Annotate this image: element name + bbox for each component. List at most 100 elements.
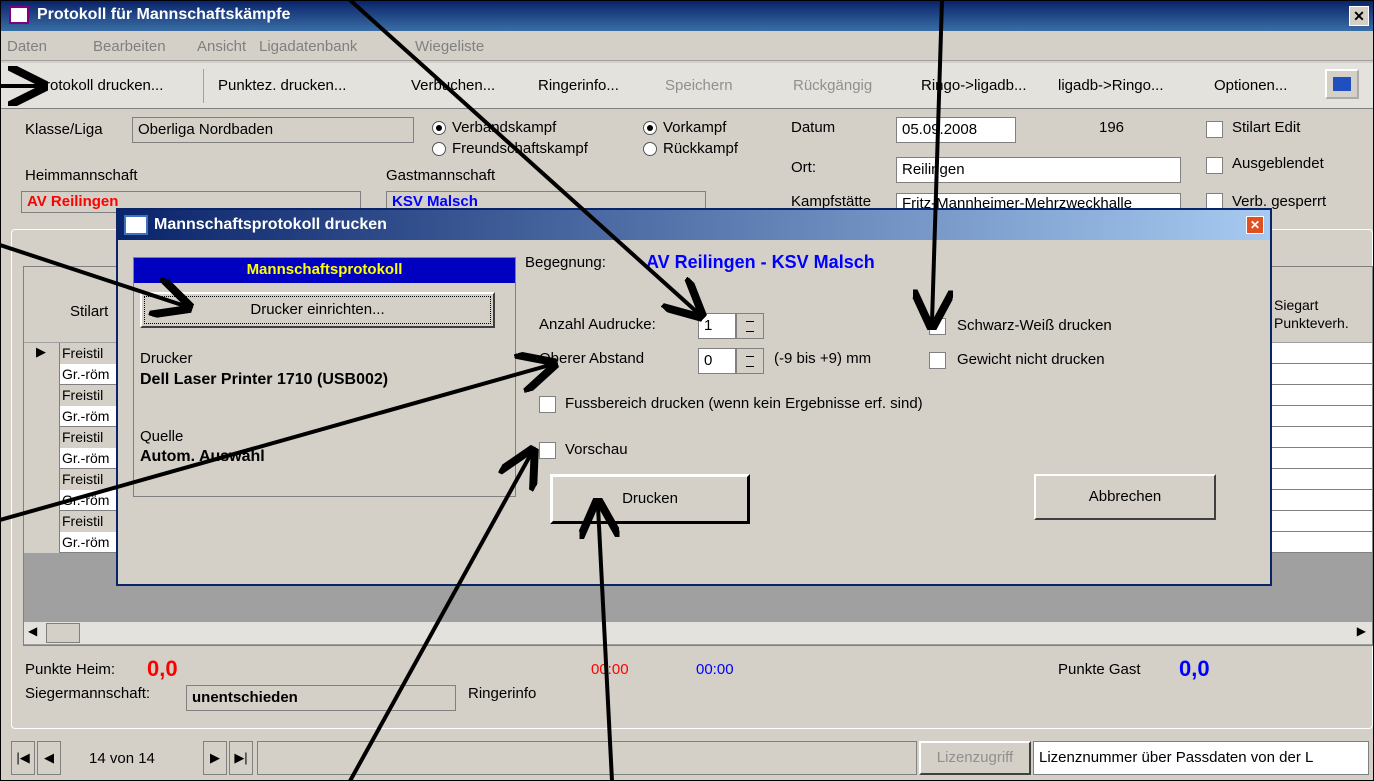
- printer-icon: [124, 215, 148, 235]
- menu-ansicht[interactable]: Ansicht: [197, 38, 246, 55]
- begegnung-label: Begegnung:: [525, 254, 606, 271]
- window-title: Protokoll für Mannschaftskämpfe: [37, 6, 291, 23]
- schwarz-weiss-label: Schwarz-Weiß drucken: [957, 317, 1112, 334]
- gastmannschaft-label: Gastmannschaft: [386, 167, 496, 184]
- datum-label: Datum: [791, 119, 836, 136]
- horizontal-scrollbar[interactable]: ◀ ▶: [24, 622, 1372, 644]
- anzahl-input[interactable]: 1: [698, 313, 736, 339]
- last-record-button[interactable]: ▶|: [229, 741, 253, 775]
- vorschau-checkbox[interactable]: [539, 442, 556, 459]
- ringo-to-ligadb-button[interactable]: Ringo->ligadb...: [921, 77, 1026, 94]
- col-punkteverh: Punkteverh.: [1274, 315, 1349, 331]
- stilart-edit-label: Stilart Edit: [1232, 119, 1301, 136]
- lizenz-text: Lizenznummer über Passdaten von der L: [1033, 741, 1369, 775]
- menu-ligadatenbank[interactable]: Ligadatenbank: [259, 38, 357, 55]
- ort-label: Ort:: [791, 159, 816, 176]
- punkte-heim-value: 0,0: [147, 656, 178, 681]
- scroll-left-icon[interactable]: ◀: [28, 624, 37, 638]
- printer-panel: Mannschaftsprotokoll Drucker einrichten.…: [133, 257, 516, 497]
- abstand-hint: (-9 bis +9) mm: [774, 350, 872, 367]
- punkte-gast-value: 0,0: [1179, 656, 1210, 681]
- drucker-label: Drucker: [140, 350, 193, 367]
- dialog-title: Mannschaftsprotokoll drucken: [154, 216, 387, 233]
- fussbereich-checkbox[interactable]: [539, 396, 556, 413]
- scroll-right-icon[interactable]: ▶: [1357, 624, 1366, 638]
- optionen-button[interactable]: Optionen...: [1214, 77, 1287, 94]
- menu-bearbeiten[interactable]: Bearbeiten: [93, 38, 166, 55]
- time-red: 00:00: [591, 661, 629, 678]
- col-stilart: Stilart: [70, 303, 109, 320]
- menu-bar: Daten Bearbeiten Ansicht Ligadatenbank W…: [1, 31, 1373, 61]
- next-record-button[interactable]: ▶: [203, 741, 227, 775]
- app-icon: [9, 6, 29, 24]
- scroll-thumb[interactable]: [46, 623, 80, 643]
- stilart-edit-checkbox[interactable]: [1206, 121, 1223, 138]
- quelle-value: Autom. Auswahl: [140, 448, 265, 465]
- drucker-value: Dell Laser Printer 1710 (USB002): [140, 371, 389, 388]
- record-counter: 14 von 14: [89, 750, 155, 767]
- time-blue: 00:00: [696, 661, 734, 678]
- heimmannschaft-label: Heimmannschaft: [25, 167, 138, 184]
- freundschaftskampf-radio[interactable]: [432, 142, 446, 156]
- print-dialog: Mannschaftsprotokoll drucken ✕ Mannschaf…: [116, 208, 1272, 586]
- rueckkampf-radio[interactable]: [643, 142, 657, 156]
- dropdown-icon[interactable]: [1325, 69, 1359, 99]
- gewicht-label: Gewicht nicht drucken: [957, 351, 1105, 368]
- protokoll-drucken-button[interactable]: Protokoll drucken...: [35, 77, 163, 94]
- ausgeblendet-label: Ausgeblendet: [1232, 155, 1324, 172]
- anzahl-spinner[interactable]: [736, 313, 764, 339]
- ligadb-to-ringo-button[interactable]: ligadb->Ringo...: [1058, 77, 1163, 94]
- col-siegart: Siegart: [1274, 297, 1319, 313]
- abstand-input[interactable]: 0: [698, 348, 736, 374]
- schwarz-weiss-checkbox[interactable]: [929, 318, 946, 335]
- prev-record-button[interactable]: ◀: [37, 741, 61, 775]
- speichern-button[interactable]: Speichern: [665, 77, 733, 94]
- vorkampf-radio[interactable]: [643, 121, 657, 135]
- ort-field[interactable]: Reilingen: [896, 157, 1181, 183]
- ringerinfo-label: Ringerinfo: [468, 685, 537, 702]
- verbandskampf-label: Verbandskampf: [452, 119, 557, 136]
- anzahl-label: Anzahl Audrucke:: [539, 316, 656, 333]
- panel-header: Mannschaftsprotokoll: [134, 258, 515, 283]
- dialog-close-icon[interactable]: ✕: [1246, 216, 1264, 234]
- vorkampf-label: Vorkampf: [663, 119, 727, 136]
- drucker-einrichten-button[interactable]: Drucker einrichten...: [140, 292, 495, 328]
- gewicht-checkbox[interactable]: [929, 352, 946, 369]
- toolbar-separator: [203, 69, 204, 103]
- navigator-bar: |◀ ◀ 14 von 14 ▶ ▶| Lizenzugriff Lizenzn…: [11, 741, 1371, 777]
- ringerinfo-button[interactable]: Ringerinfo...: [538, 77, 619, 94]
- begegnung-value: AV Reilingen - KSV Malsch: [646, 252, 875, 272]
- ausgeblendet-checkbox[interactable]: [1206, 157, 1223, 174]
- klasse-field[interactable]: Oberliga Nordbaden: [132, 117, 414, 143]
- punkte-gast-label: Punkte Gast: [1058, 661, 1141, 678]
- punkte-heim-label: Punkte Heim:: [25, 661, 116, 678]
- rueckgaengig-button[interactable]: Rückgängig: [793, 77, 872, 94]
- klasse-label: Klasse/Liga: [25, 121, 103, 138]
- drucken-button[interactable]: Drucken: [550, 474, 750, 524]
- dialog-title-bar: Mannschaftsprotokoll drucken ✕: [118, 210, 1270, 240]
- close-button[interactable]: ✕: [1349, 6, 1369, 26]
- abbrechen-button[interactable]: Abbrechen: [1034, 474, 1216, 520]
- punktez-drucken-button[interactable]: Punktez. drucken...: [218, 77, 346, 94]
- verbandskampf-radio[interactable]: [432, 121, 446, 135]
- toolbar: Protokoll drucken... Punktez. drucken...…: [1, 63, 1373, 109]
- title-bar: Protokoll für Mannschaftskämpfe ✕: [1, 1, 1373, 31]
- rueckkampf-label: Rückkampf: [663, 140, 739, 157]
- freundschaftskampf-label: Freundschaftskampf: [452, 140, 588, 157]
- first-record-button[interactable]: |◀: [11, 741, 35, 775]
- sieger-field[interactable]: unentschieden: [186, 685, 456, 711]
- status-blank: [257, 741, 917, 775]
- sieger-label: Siegermannschaft:: [25, 685, 151, 702]
- main-window: Protokoll für Mannschaftskämpfe ✕ Daten …: [0, 0, 1374, 781]
- abstand-label: Oberer Abstand: [539, 350, 645, 367]
- lizenzugriff-button[interactable]: Lizenzugriff: [919, 741, 1031, 775]
- vorschau-label: Vorschau: [565, 441, 628, 458]
- menu-daten[interactable]: Daten: [7, 38, 47, 55]
- verbuchen-button[interactable]: Verbuchen...: [411, 77, 495, 94]
- row-indicator: ▶: [24, 343, 60, 364]
- abstand-spinner[interactable]: [736, 348, 764, 374]
- menu-wiegeliste[interactable]: Wiegeliste: [415, 38, 484, 55]
- datum-field[interactable]: 05.09.2008: [896, 117, 1016, 143]
- record-number: 196: [1099, 119, 1125, 136]
- fussbereich-label: Fussbereich drucken (wenn kein Ergebniss…: [565, 395, 923, 412]
